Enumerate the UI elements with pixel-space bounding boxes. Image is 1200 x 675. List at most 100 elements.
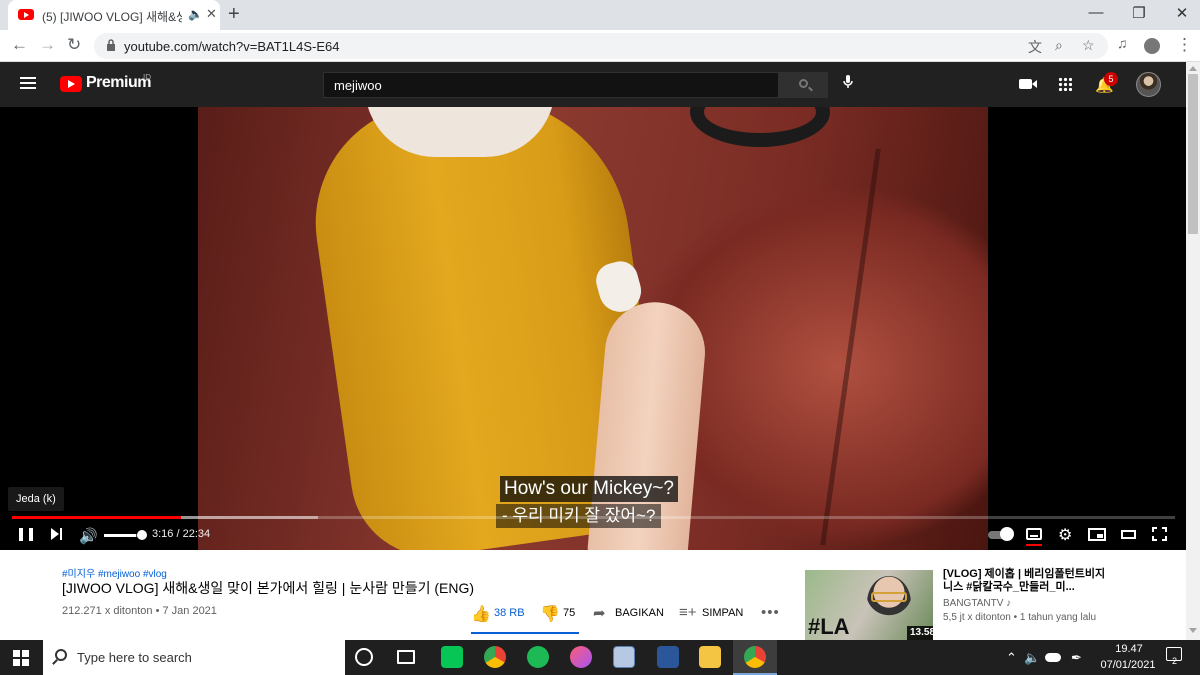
- time-display: 3:16 / 22:34: [152, 528, 211, 540]
- thumbnail-face: [867, 576, 911, 630]
- progress-bar[interactable]: [12, 516, 1175, 519]
- windows-taskbar: Type here to search ⌃ 🔈 ✒: [0, 640, 1200, 675]
- recommended-meta: 5,5 jt x ditonton • 1 tahun yang lalu: [943, 612, 1097, 623]
- browser-toolbar: ← → ↻ youtube.com/watch?v=BAT1L4S-E64 文 …: [0, 30, 1200, 62]
- taskbar-search-placeholder: Type here to search: [77, 650, 192, 665]
- more-actions-icon[interactable]: •••: [761, 604, 780, 621]
- gear-icon[interactable]: ⚙: [1058, 525, 1072, 545]
- autoplay-toggle-knob[interactable]: [1000, 527, 1014, 541]
- subtitle-english: How's our Mickey~?: [500, 476, 678, 502]
- youtube-logo-icon[interactable]: [60, 76, 82, 92]
- itunes-app-icon[interactable]: [570, 646, 592, 668]
- brand-region: ID: [143, 73, 151, 82]
- recommended-channel[interactable]: BANGTANTV ♪: [943, 598, 1011, 609]
- subtitles-active-indicator: [1026, 544, 1042, 546]
- address-bar[interactable]: youtube.com/watch?v=BAT1L4S-E64 文 ⌕ ☆: [94, 33, 1108, 59]
- thumbnail-text: #LA: [808, 614, 850, 639]
- taskbar-active-chrome[interactable]: [733, 640, 777, 675]
- minimize-button[interactable]: —: [1081, 4, 1111, 21]
- task-view-icon[interactable]: [397, 650, 415, 664]
- hamburger-menu-icon[interactable]: [20, 77, 36, 89]
- youtube-header: Premium ID mejiwoo 🔔 5: [0, 62, 1186, 107]
- tab-audio-icon[interactable]: 🔈: [188, 7, 203, 21]
- miniplayer-button[interactable]: [1088, 528, 1106, 541]
- like-icon[interactable]: 👍: [471, 604, 491, 624]
- back-arrow-icon[interactable]: ←: [11, 35, 28, 55]
- search-icon: [55, 649, 67, 661]
- media-control-icon[interactable]: ♫: [1117, 35, 1128, 51]
- pen-icon[interactable]: ✒: [1071, 650, 1082, 666]
- share-icon[interactable]: ➦: [593, 604, 606, 622]
- like-ratio-bar: [471, 632, 579, 634]
- chrome-app-icon[interactable]: [484, 646, 506, 668]
- scroll-up-arrow-icon[interactable]: [1189, 66, 1197, 71]
- taskbar-search-box[interactable]: Type here to search: [43, 640, 345, 675]
- user-avatar[interactable]: [1136, 72, 1161, 97]
- file-explorer-icon[interactable]: [699, 646, 721, 668]
- progress-played: [12, 516, 181, 519]
- brand-text[interactable]: Premium: [86, 74, 151, 92]
- clock-date[interactable]: 07/01/2021: [1095, 659, 1161, 671]
- pause-tooltip: Jeda (k): [8, 487, 64, 511]
- translate-icon[interactable]: 文: [1028, 37, 1042, 57]
- apps-grid-icon[interactable]: [1058, 77, 1072, 91]
- create-video-icon[interactable]: [1019, 79, 1037, 89]
- dislike-count[interactable]: 75: [563, 607, 575, 619]
- add-to-playlist-icon[interactable]: ≡+: [679, 604, 697, 621]
- search-button[interactable]: [779, 72, 828, 98]
- next-video-button[interactable]: [51, 528, 63, 540]
- fullscreen-button[interactable]: [1152, 527, 1167, 541]
- browser-tab-youtube[interactable]: (5) [JIWOO VLOG] 새해&생일 🔈 ✕: [8, 0, 220, 30]
- line-app-icon[interactable]: [441, 646, 463, 668]
- recommended-title[interactable]: [VLOG] 제이홉 | 베리임폴턴트비지니스 #닭칼국수_만들러_미...: [943, 568, 1113, 594]
- pause-button[interactable]: [19, 528, 33, 541]
- tab-close-icon[interactable]: ✕: [206, 6, 217, 22]
- scroll-down-arrow-icon[interactable]: [1189, 628, 1197, 633]
- video-scene-detail: [820, 148, 881, 546]
- word-app-icon[interactable]: [657, 646, 679, 668]
- restore-button[interactable]: ❐: [1124, 4, 1154, 22]
- like-count[interactable]: 38 RB: [494, 607, 525, 619]
- video-duration-badge: 13.58: [907, 626, 933, 640]
- close-window-button[interactable]: ✕: [1167, 4, 1197, 22]
- youtube-favicon-icon: [18, 9, 34, 20]
- action-center-count: 2: [1172, 656, 1178, 666]
- dislike-icon[interactable]: 👎: [540, 604, 560, 624]
- clock-time[interactable]: 19.47: [1099, 643, 1159, 655]
- chrome-app-icon: [744, 646, 766, 668]
- remote-desktop-app-icon[interactable]: [613, 646, 635, 668]
- search-icon: [799, 79, 808, 88]
- lock-icon: [107, 39, 115, 51]
- thumbnail-glasses: [871, 592, 907, 602]
- scrollbar-thumb[interactable]: [1188, 74, 1198, 234]
- reload-icon[interactable]: ↻: [67, 35, 81, 55]
- page-scrollbar[interactable]: [1186, 62, 1200, 640]
- cortana-icon[interactable]: [355, 648, 373, 666]
- zoom-icon[interactable]: ⌕: [1055, 37, 1063, 54]
- volume-slider-handle[interactable]: [137, 530, 147, 540]
- save-button[interactable]: SIMPAN: [702, 607, 743, 619]
- recommended-thumbnail[interactable]: #LA 13.58: [805, 570, 933, 640]
- video-player[interactable]: Jeda (k) How's our Mickey~? - 우리 미키 잘 잤어…: [0, 107, 1186, 550]
- theater-mode-button[interactable]: [1121, 530, 1136, 539]
- new-tab-button[interactable]: +: [228, 3, 240, 26]
- microphone-icon[interactable]: [843, 75, 853, 89]
- forward-arrow-icon[interactable]: →: [39, 35, 56, 55]
- subtitles-button[interactable]: [1026, 528, 1042, 540]
- speaker-icon[interactable]: 🔈: [1024, 650, 1040, 666]
- tray-expand-icon[interactable]: ⌃: [1006, 650, 1017, 666]
- video-meta: 212.271 x ditonton • 7 Jan 2021: [62, 605, 217, 617]
- profile-avatar-icon[interactable]: [1144, 38, 1160, 54]
- url-text[interactable]: youtube.com/watch?v=BAT1L4S-E64: [124, 39, 339, 54]
- search-input[interactable]: mejiwoo: [323, 72, 779, 98]
- bookmark-star-icon[interactable]: ☆: [1082, 37, 1095, 54]
- menu-kebab-icon[interactable]: ⋮: [1176, 35, 1193, 55]
- volume-icon[interactable]: 🔊: [79, 527, 98, 545]
- windows-start-icon[interactable]: [13, 650, 29, 666]
- spotify-app-icon[interactable]: [527, 646, 549, 668]
- share-button[interactable]: BAGIKAN: [615, 607, 664, 619]
- notification-badge: 5: [1104, 72, 1118, 86]
- onedrive-cloud-icon[interactable]: [1045, 653, 1061, 662]
- tab-title: (5) [JIWOO VLOG] 새해&생일: [42, 10, 182, 24]
- browser-tab-strip: (5) [JIWOO VLOG] 새해&생일 🔈 ✕ + — ❐ ✕: [0, 0, 1200, 30]
